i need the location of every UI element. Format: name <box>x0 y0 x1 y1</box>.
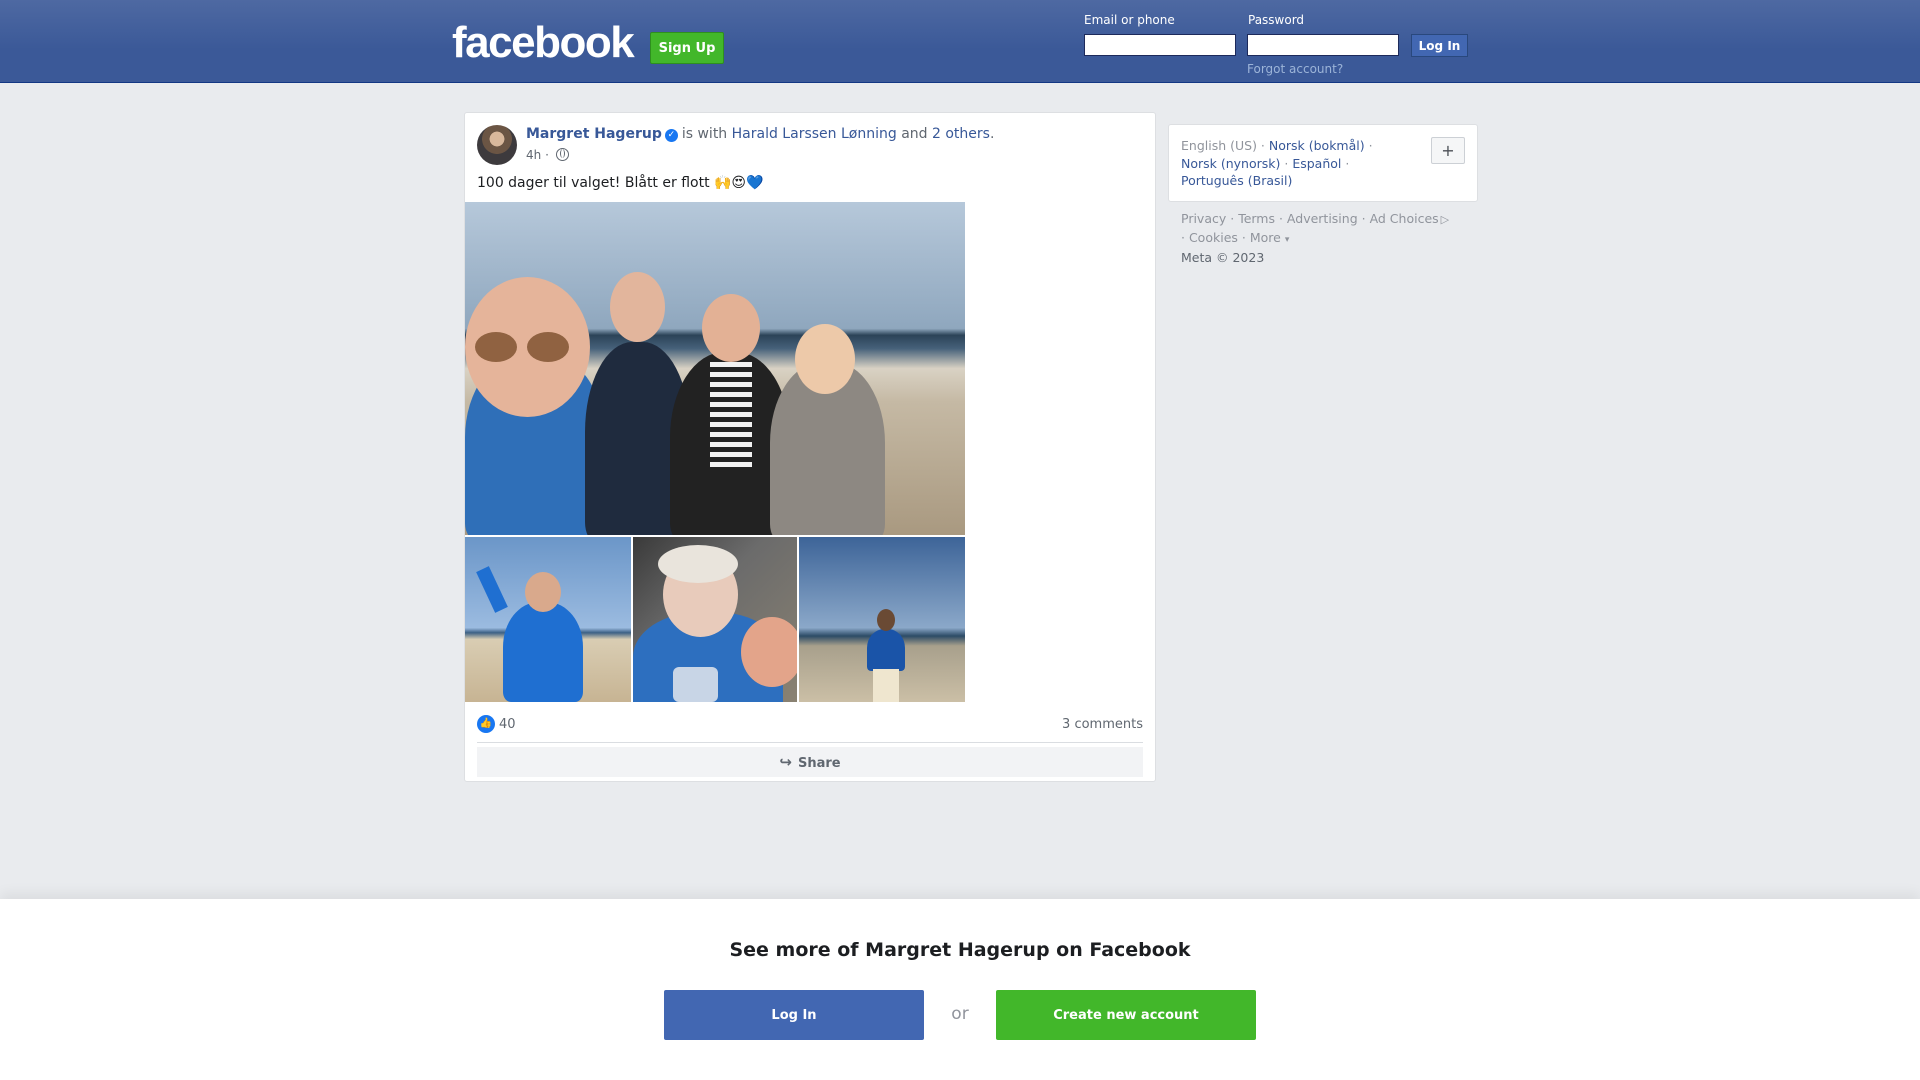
and-text: and <box>901 126 928 142</box>
post-text: 100 dager til valget! Blått er flott 🙌😍💙 <box>477 175 764 191</box>
footer-links: Privacy · Terms · Advertising · Ad Choic… <box>1181 211 1450 265</box>
top-bar: facebook Sign Up Email or phone Password… <box>0 0 1920 83</box>
share-button[interactable]: ↪ Share <box>477 747 1143 777</box>
password-field[interactable] <box>1247 34 1399 56</box>
comments-count-link[interactable]: 3 comments <box>1062 717 1143 732</box>
like-icon[interactable]: 👍 <box>477 715 495 733</box>
post-card: Margret Hagerup ✓ is with Harald Larssen L… <box>464 112 1156 782</box>
meta-separator: · <box>545 148 549 162</box>
avatar[interactable] <box>477 125 517 165</box>
language-option[interactable]: Español <box>1292 156 1341 171</box>
globe-icon <box>555 148 569 161</box>
footer-link-advertising[interactable]: Advertising <box>1287 211 1358 226</box>
post-time-link[interactable]: 4h <box>526 148 541 162</box>
others-link[interactable]: 2 others <box>932 126 990 142</box>
footer-link-more[interactable]: More ▾ <box>1250 230 1290 245</box>
language-option[interactable]: Norsk (bokmål) <box>1269 138 1365 153</box>
footer-link-terms[interactable]: Terms <box>1238 211 1275 226</box>
email-label: Email or phone <box>1084 13 1175 27</box>
with-text: is with <box>681 126 728 142</box>
facebook-logo[interactable]: facebook <box>452 18 635 68</box>
divider <box>477 742 1143 743</box>
tagged-person-link[interactable]: Harald Larssen Lønning <box>732 126 897 142</box>
photo-main[interactable] <box>465 202 965 535</box>
language-option[interactable]: Português (Brasil) <box>1181 173 1292 188</box>
login-prompt-banner: See more of Margret Hagerup on Facebook … <box>0 899 1920 1080</box>
ad-choices-icon: ▷ <box>1440 213 1450 226</box>
post-meta: 4h · <box>526 148 569 162</box>
banner-title: See more of Margret Hagerup on Facebook <box>729 939 1191 961</box>
language-option[interactable]: Norsk (nynorsk) <box>1181 156 1280 171</box>
create-account-button[interactable]: Create new account <box>996 990 1256 1040</box>
photo-3[interactable] <box>633 537 797 702</box>
language-selector: English (US) · Norsk (bokmål) · Norsk (n… <box>1168 124 1478 202</box>
footer-link-privacy[interactable]: Privacy <box>1181 211 1226 226</box>
language-list: English (US) · Norsk (bokmål) · Norsk (n… <box>1181 138 1373 188</box>
password-label: Password <box>1248 13 1305 27</box>
current-language: English (US) <box>1181 138 1257 153</box>
author-name-link[interactable]: Margret Hagerup <box>526 126 662 142</box>
sign-up-button[interactable]: Sign Up <box>650 32 724 64</box>
chevron-down-icon: ▾ <box>1284 234 1290 245</box>
share-icon: ↪ <box>779 753 792 771</box>
forgot-account-link[interactable]: Forgot account? <box>1247 62 1343 76</box>
post-header: Margret Hagerup ✓ is with Harald Larssen L… <box>526 126 994 142</box>
share-label: Share <box>797 756 841 771</box>
more-label: More <box>1249 229 1281 245</box>
copyright: Meta © 2023 <box>1181 250 1265 265</box>
banner-log-in-button[interactable]: Log In <box>664 990 924 1040</box>
email-field[interactable] <box>1084 34 1236 56</box>
verified-badge-icon: ✓ <box>664 129 678 142</box>
period-text: . <box>989 126 995 142</box>
reaction-count[interactable]: 40 <box>499 717 516 732</box>
photo-4[interactable] <box>799 537 965 702</box>
photo-2[interactable] <box>465 537 631 702</box>
log-in-button[interactable]: Log In <box>1411 34 1468 57</box>
more-languages-button[interactable]: + <box>1431 137 1465 164</box>
footer-link-ad-choices[interactable]: Ad Choices <box>1370 211 1439 226</box>
or-text: or <box>951 1004 969 1024</box>
footer-link-cookies[interactable]: Cookies <box>1189 230 1238 245</box>
